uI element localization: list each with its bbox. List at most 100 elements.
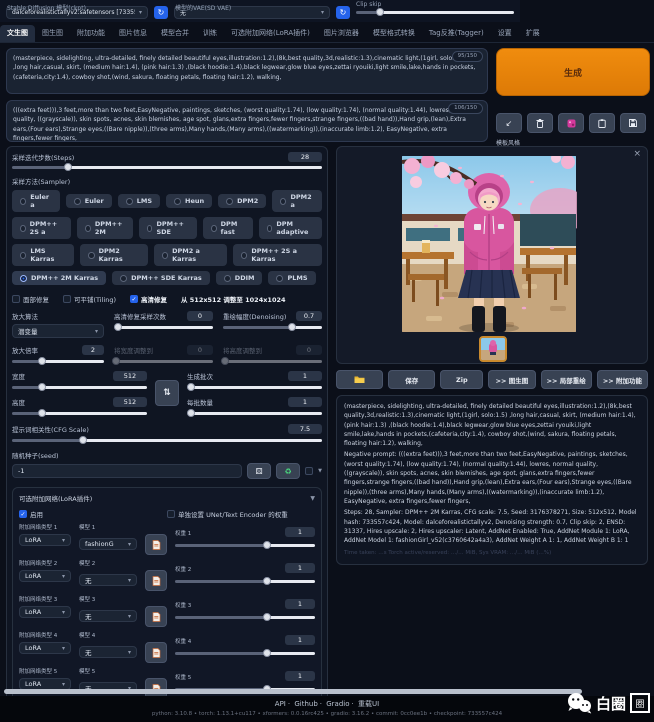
tab-pnginfo[interactable]: 图片信息	[112, 25, 154, 42]
sampler-option[interactable]: DPM2	[218, 194, 266, 208]
sampler-option[interactable]: DPM2 Karras	[80, 244, 147, 266]
tab-checkpoint-merger[interactable]: 模型合并	[154, 25, 196, 42]
lora-weight-value[interactable]: 1	[285, 635, 315, 645]
footer-link-reload-ui[interactable]: 重载UI	[358, 700, 379, 708]
save-button[interactable]: 保存	[388, 370, 435, 389]
sampler-option[interactable]: DPM2 a	[272, 190, 322, 212]
refresh-vae-button[interactable]: ↻	[336, 6, 350, 19]
sampler-option[interactable]: DPM++ 2S a Karras	[233, 244, 322, 266]
tab-txt2img[interactable]: 文生图	[0, 25, 35, 42]
sampler-option[interactable]: Heun	[166, 194, 212, 208]
lora-enable-checkbox[interactable]: ✓启用	[19, 509, 167, 519]
hires-steps-slider[interactable]	[114, 326, 213, 329]
send-to-img2img-button[interactable]: >> 图生图	[488, 370, 535, 389]
sampler-option[interactable]: DPM2 a Karras	[154, 244, 227, 266]
lora-weight-slider[interactable]	[175, 652, 315, 655]
sampler-option[interactable]: DPM++ SDE	[139, 217, 197, 239]
send-to-extras-button[interactable]: >> 附加功能	[597, 370, 648, 389]
batch-size-slider[interactable]	[187, 412, 322, 415]
batch-size-value[interactable]: 1	[288, 397, 322, 407]
lora-weight-slider[interactable]	[175, 580, 315, 583]
sampler-option[interactable]: PLMS	[268, 271, 315, 285]
lora-model-select[interactable]: 无▾	[79, 610, 137, 622]
hires-steps-value[interactable]: 0	[187, 311, 213, 321]
lora-type-select[interactable]: LoRA▾	[19, 534, 71, 546]
lora-model-info-button[interactable]	[145, 534, 167, 555]
sampler-option[interactable]: LMS Karras	[12, 244, 74, 266]
random-seed-button[interactable]: ⚄	[247, 463, 271, 479]
sampler-option[interactable]: LMS	[118, 194, 160, 208]
upscale-by-value[interactable]: 2	[82, 345, 104, 355]
extra-seed-checkbox[interactable]	[305, 467, 313, 475]
apply-style-button[interactable]	[589, 113, 615, 133]
lora-weight-slider[interactable]	[175, 544, 315, 547]
upscaler-select[interactable]: 潜变量 ▾	[12, 324, 104, 338]
tab-img2img[interactable]: 图生图	[35, 25, 70, 42]
batch-count-slider[interactable]	[187, 386, 322, 389]
extra-networks-button[interactable]	[558, 113, 584, 133]
lora-weight-slider[interactable]	[175, 616, 315, 619]
clip-skip-slider[interactable]	[356, 11, 514, 14]
cfg-value[interactable]: 7.5	[288, 424, 322, 434]
generated-image[interactable]	[401, 156, 577, 332]
width-value[interactable]: 512	[113, 371, 147, 381]
tab-extras[interactable]: 附加功能	[70, 25, 112, 42]
height-slider[interactable]	[12, 412, 147, 415]
negative-prompt-textarea[interactable]: (((extra feet))),3 feet,more than two fe…	[6, 100, 488, 142]
separate-weights-checkbox[interactable]: 单独设置 UNet/Text Encoder 的权重	[167, 509, 288, 519]
tab-tagger[interactable]: Tag反推(Tagger)	[422, 25, 491, 42]
tab-settings[interactable]: 设置	[491, 25, 519, 42]
steps-value[interactable]: 28	[288, 152, 322, 162]
restore-faces-checkbox[interactable]: 面部修复	[12, 294, 49, 304]
vae-select[interactable]: 模型的VAE(SD VAE) 无 ▾	[174, 6, 330, 19]
sampler-option[interactable]: DPM adaptive	[259, 217, 322, 239]
sampler-option[interactable]: DPM++ 2M	[77, 217, 133, 239]
sampler-option[interactable]: DPM++ 2S a	[12, 217, 71, 239]
generate-button[interactable]: 生成	[496, 48, 650, 96]
lora-model-info-button[interactable]	[145, 606, 167, 627]
tiling-checkbox[interactable]: 可平铺(Tiling)	[63, 294, 116, 304]
steps-slider[interactable]	[12, 166, 322, 169]
sampler-option[interactable]: Euler	[66, 194, 112, 208]
checkpoint-select[interactable]: Stable Diffusion 模型(ckpt) dalceforealist…	[6, 6, 148, 19]
lora-type-select[interactable]: LoRA▾	[19, 642, 71, 654]
zip-button[interactable]: Zip	[440, 370, 483, 389]
lora-weight-value[interactable]: 1	[285, 671, 315, 681]
lora-weight-value[interactable]: 1	[285, 527, 315, 537]
prompt-textarea[interactable]: (masterpiece, sidelighting, ultra-detail…	[6, 48, 488, 94]
reuse-seed-button[interactable]: ♻	[276, 463, 300, 479]
sampler-option[interactable]: DPM++ SDE Karras	[112, 271, 210, 285]
tab-additional-networks[interactable]: 可选附加网络(LoRA插件)	[224, 25, 317, 42]
height-value[interactable]: 512	[113, 397, 147, 407]
hires-fix-checkbox[interactable]: ✓高清修复	[130, 294, 167, 304]
sampler-option[interactable]: DPM fast	[203, 217, 253, 239]
send-to-inpaint-button[interactable]: >> 局部重绘	[541, 370, 592, 389]
seed-input[interactable]: -1	[12, 464, 242, 478]
gallery-thumbnail[interactable]	[479, 336, 507, 362]
open-folder-button[interactable]	[336, 370, 383, 389]
denoising-slider[interactable]	[223, 326, 322, 329]
width-slider[interactable]	[12, 386, 147, 389]
paste-params-button[interactable]: ↙	[496, 113, 522, 133]
tab-image-browser[interactable]: 图片浏览器	[317, 25, 366, 42]
tab-train[interactable]: 训练	[196, 25, 224, 42]
lora-model-select[interactable]: 无▾	[79, 646, 137, 658]
upscale-by-slider[interactable]	[12, 360, 104, 363]
lora-weight-value[interactable]: 1	[285, 599, 315, 609]
cfg-slider[interactable]	[12, 439, 322, 442]
footer-link-gradio[interactable]: Gradio	[326, 700, 349, 708]
sampler-option[interactable]: DDIM	[216, 271, 263, 285]
lora-model-select[interactable]: fashionG▾	[79, 538, 137, 550]
footer-link-github[interactable]: Github	[294, 700, 317, 708]
sampler-option[interactable]: Euler a	[12, 190, 60, 212]
collapse-icon[interactable]: ▼	[310, 495, 315, 502]
swap-dimensions-button[interactable]: ⇅	[155, 380, 179, 406]
lora-model-info-button[interactable]	[145, 570, 167, 591]
clear-prompt-button[interactable]	[527, 113, 553, 133]
lora-type-select[interactable]: LoRA▾	[19, 606, 71, 618]
close-icon[interactable]: ×	[633, 149, 641, 159]
lora-weight-value[interactable]: 1	[285, 563, 315, 573]
save-style-button[interactable]	[620, 113, 646, 133]
refresh-checkpoint-button[interactable]: ↻	[154, 6, 168, 19]
denoising-value[interactable]: 0.7	[296, 311, 322, 321]
